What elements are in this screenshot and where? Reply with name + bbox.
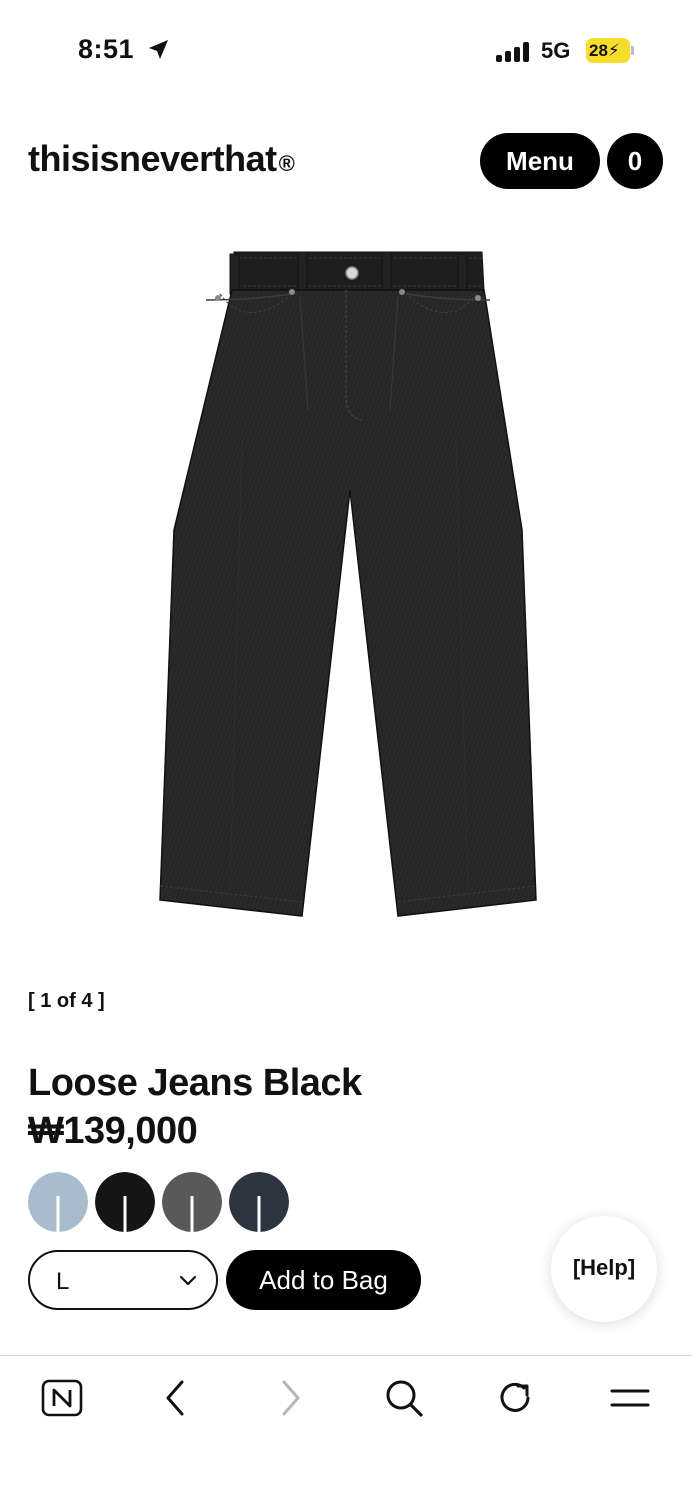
cart-button[interactable]: 0	[607, 133, 663, 189]
battery-icon: 28⚡	[586, 38, 630, 63]
product-title: Loose Jeans Black	[28, 1062, 362, 1104]
naver-icon[interactable]	[40, 1376, 84, 1420]
product-price: ₩139,000	[28, 1110, 198, 1152]
swatch-grey[interactable]	[162, 1172, 222, 1232]
registered-mark: ®	[278, 151, 295, 176]
forward-icon[interactable]	[268, 1376, 312, 1420]
battery-level: 28	[589, 41, 608, 60]
gallery-counter: [ 1 of 4 ]	[28, 990, 105, 1012]
battery-cap	[631, 46, 634, 55]
network-label: 5G	[541, 38, 571, 63]
product-image[interactable]	[150, 240, 546, 930]
size-select[interactable]: L	[28, 1250, 218, 1310]
status-time: 8:51	[78, 34, 135, 64]
swatch-light-blue[interactable]	[28, 1172, 88, 1232]
reload-icon[interactable]	[494, 1376, 538, 1420]
charging-bolt-icon: ⚡	[607, 41, 620, 60]
hamburger-menu-icon[interactable]	[608, 1376, 652, 1420]
cellular-signal-icon	[496, 42, 532, 62]
chevron-down-icon	[179, 1275, 197, 1286]
search-icon[interactable]	[382, 1376, 426, 1420]
status-bar: 8:51 5G 28⚡	[0, 0, 692, 100]
add-to-bag-button[interactable]: Add to Bag	[226, 1250, 421, 1310]
selected-size: L	[56, 1268, 70, 1295]
location-arrow-icon	[149, 40, 168, 59]
product-page: 8:51 5G 28⚡ thisisneverthat® Menu 0 [1 …	[0, 0, 692, 1500]
brand-logo[interactable]: thisisneverthat®	[28, 138, 295, 180]
brand-name: thisisneverthat	[28, 138, 277, 179]
swatch-black[interactable]	[95, 1172, 155, 1232]
swatch-navy[interactable]	[229, 1172, 289, 1232]
help-button[interactable]: [Help]	[551, 1216, 657, 1322]
back-icon[interactable]	[154, 1376, 198, 1420]
browser-toolbar	[0, 1355, 692, 1500]
menu-button[interactable]: Menu	[480, 133, 600, 189]
